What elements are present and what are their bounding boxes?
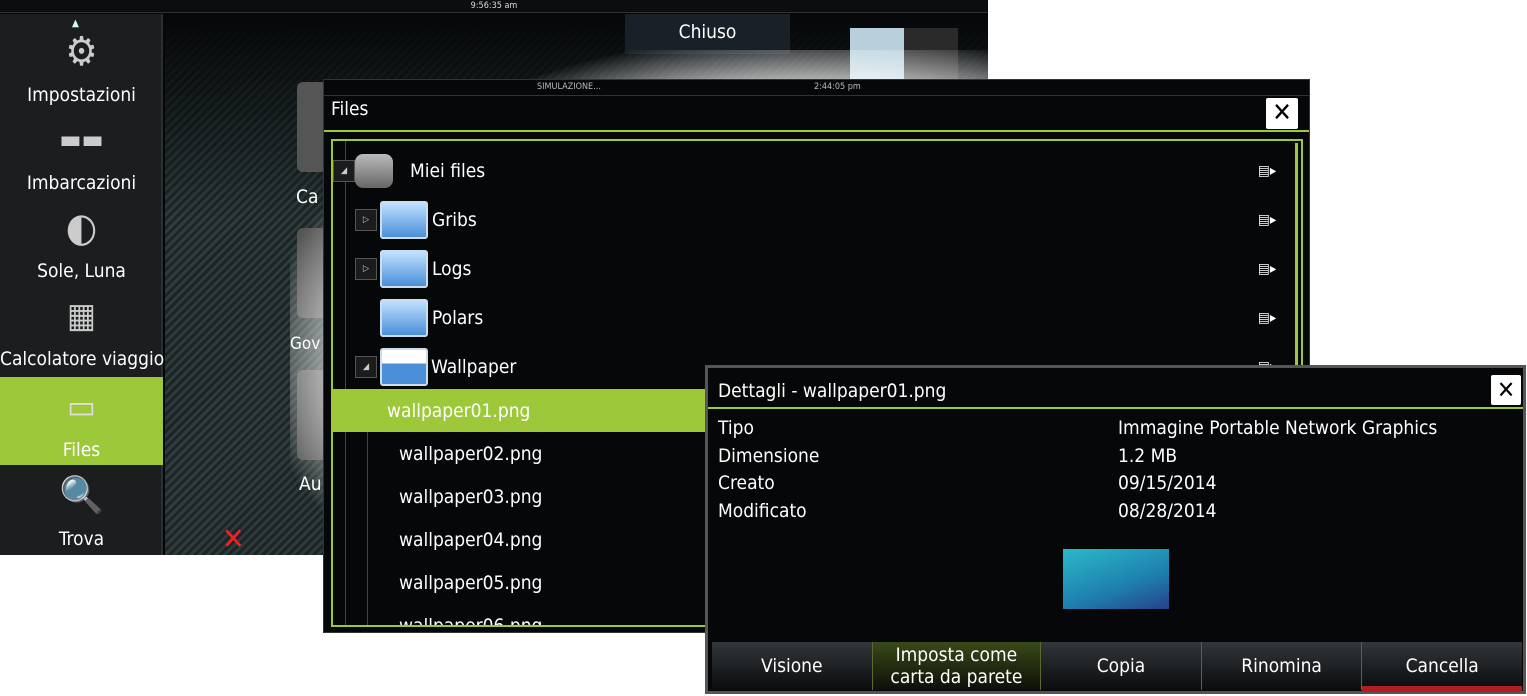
detail-label: Modificato	[718, 500, 807, 522]
tree-item-label: Gribs	[432, 208, 477, 231]
app-tile-label: Ca	[296, 186, 319, 208]
search-icon: 🔍	[59, 475, 104, 516]
expand-icon[interactable]: ▷	[355, 257, 377, 280]
vessels-icon: ▬▬	[59, 125, 104, 155]
tree-item-label: wallpaper01.png	[387, 399, 531, 422]
tree-item-polars[interactable]: Polars ▤▸	[333, 293, 1293, 342]
app-tile-label: Gov	[290, 334, 321, 354]
sidebar-item-label: Calcolatore viaggio	[0, 348, 165, 370]
divider	[324, 130, 1309, 132]
tree-item-label: wallpaper05.png	[399, 571, 543, 594]
dialog-title: Dettagli - wallpaper01.png	[718, 380, 947, 402]
sidebar-item-sole-luna[interactable]: ◐ Sole, Luna	[0, 198, 163, 286]
sun-moon-icon: ◐	[65, 205, 98, 251]
detail-row-creato: Creato 09/15/2014	[718, 472, 1508, 494]
detail-label: Creato	[718, 472, 775, 494]
detail-label: Tipo	[718, 417, 754, 439]
menu-icon[interactable]: ▤▸	[1258, 212, 1276, 228]
status-bar: SIMULAZIONE... 2:44:05 pm	[324, 80, 1309, 96]
detail-value: 09/15/2014	[1118, 472, 1217, 494]
rename-button[interactable]: Rinomina	[1202, 642, 1363, 690]
tree-item-miei-files[interactable]: ◢ Miei files ▤▸	[333, 146, 1293, 195]
tree-item-label: Wallpaper	[431, 355, 517, 378]
expand-icon[interactable]: ▷	[355, 208, 377, 231]
detail-value: 1.2 MB	[1118, 445, 1178, 467]
detail-value: Immagine Portable Network Graphics	[1118, 417, 1438, 439]
delete-button[interactable]: Cancella	[1362, 642, 1522, 692]
tree-item-label: wallpaper03.png	[399, 485, 543, 508]
mob-x-icon[interactable]: ✕	[222, 522, 245, 557]
sidebar-item-imbarcazioni[interactable]: ▬▬ Imbarcazioni	[0, 110, 163, 198]
menu-icon[interactable]: ▤▸	[1258, 261, 1276, 277]
tree-item-label: wallpaper02.png	[399, 442, 543, 465]
menu-icon[interactable]: ▤▸	[1258, 310, 1276, 326]
copy-button[interactable]: Copia	[1041, 642, 1202, 690]
tree-item-label: Logs	[432, 257, 472, 280]
detail-row-dimensione: Dimensione 1.2 MB	[718, 445, 1508, 467]
set-wallpaper-button[interactable]: Imposta come carta da parete	[872, 642, 1042, 690]
detail-value: 08/28/2014	[1118, 500, 1217, 522]
tree-item-label: wallpaper04.png	[399, 528, 543, 551]
calculator-icon: ▦	[67, 296, 96, 336]
details-dialog: Dettagli - wallpaper01.png ✕ Tipo Immagin…	[705, 365, 1526, 694]
tree-item-label: Polars	[432, 306, 484, 329]
folder-icon	[380, 298, 428, 337]
tree-item-gribs[interactable]: ▷ Gribs ▤▸	[333, 195, 1293, 244]
status-time: 2:44:05 pm	[814, 82, 861, 92]
view-button[interactable]: Visione	[712, 642, 873, 690]
gear-icon: ⚙	[65, 29, 98, 75]
detail-row-modificato: Modificato 08/28/2014	[718, 500, 1508, 522]
sidebar-item-impostazioni[interactable]: ⚙ Impostazioni	[0, 22, 163, 110]
menu-icon[interactable]: ▤▸	[1258, 163, 1276, 179]
folder-icon	[380, 249, 428, 288]
divider	[708, 407, 1523, 409]
clock: 9:56:35 am	[0, 0, 988, 13]
sidebar-item-label: Impostazioni	[27, 84, 136, 106]
sidebar-item-label: Imbarcazioni	[26, 172, 137, 194]
sidebar-item-label: Trova	[58, 528, 105, 550]
folder-open-icon	[380, 347, 428, 386]
tree-item-logs[interactable]: ▷ Logs ▤▸	[333, 244, 1293, 293]
close-tab[interactable]: Chiuso	[625, 14, 790, 54]
storage-icon	[355, 154, 393, 188]
folder-icon: ▭	[67, 387, 96, 427]
status-text: SIMULAZIONE...	[537, 82, 601, 92]
window-title: Files	[331, 98, 369, 120]
sidebar-item-trova[interactable]: 🔍 Trova	[0, 466, 163, 554]
collapse-icon[interactable]: ◢	[355, 355, 377, 378]
button-bar: Visione Imposta come carta da parete Cop…	[712, 642, 1522, 692]
sidebar-item-calcolatore[interactable]: ▦ Calcolatore viaggio	[0, 286, 165, 374]
detail-label: Dimensione	[718, 445, 820, 467]
close-button[interactable]: ✕	[1491, 375, 1521, 405]
image-preview	[1063, 549, 1169, 609]
tree-item-label: wallpaper06.png	[399, 614, 543, 627]
collapse-icon[interactable]: ◢	[333, 159, 355, 182]
sidebar-item-label: Sole, Luna	[37, 260, 126, 282]
app-tile-label: Au	[299, 473, 322, 495]
sidebar-item-files[interactable]: ▭ Files	[0, 377, 163, 465]
close-button[interactable]: ✕	[1266, 98, 1298, 129]
detail-row-tipo: Tipo Immagine Portable Network Graphics	[718, 417, 1508, 439]
sidebar-item-label: Files	[62, 439, 101, 461]
sidebar: ▲ ⚙ Impostazioni ▬▬ Imbarcazioni ◐ Sole, Lu…	[0, 14, 165, 555]
folder-icon	[380, 200, 428, 239]
tree-item-label: Miei files	[410, 159, 486, 182]
